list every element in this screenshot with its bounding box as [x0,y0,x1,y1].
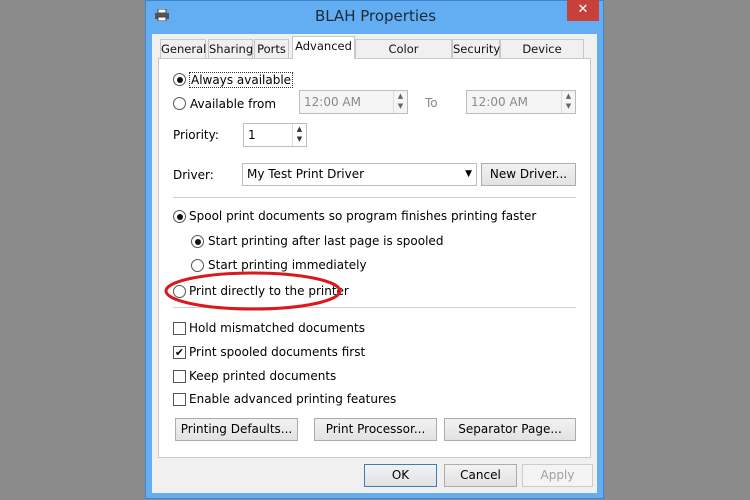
cancel-button[interactable]: Cancel [444,464,517,487]
spool-radio[interactable] [173,210,186,223]
new-driver-button[interactable]: New Driver... [481,163,576,186]
tab-ports[interactable]: Ports [254,39,289,59]
dialog-client: General Sharing Ports Advanced Color Man… [152,34,597,493]
start-after-last-label: Start printing after last page is spoole… [208,234,444,248]
ok-button[interactable]: OK [364,464,437,487]
chevron-down-icon: ▼ [465,169,472,179]
priority-value: 1 [248,128,256,142]
tab-sharing[interactable]: Sharing [208,39,253,59]
to-time-spinner[interactable]: ▲ ▼ [561,91,575,113]
hold-mismatched-checkbox[interactable] [173,322,186,335]
from-time-input[interactable]: 12:00 AM ▲ ▼ [299,90,408,114]
print-spooled-first-label: Print spooled documents first [189,345,366,359]
driver-select[interactable]: My Test Print Driver ▼ [242,163,477,186]
priority-input[interactable]: 1 ▲ ▼ [243,123,307,147]
apply-button[interactable]: Apply [522,464,593,487]
tab-color-management[interactable]: Color Management [355,39,452,74]
separator-page-button[interactable]: Separator Page... [444,418,576,441]
advanced-panel: Always available Available from 12:00 AM… [158,58,591,458]
tab-advanced[interactable]: Advanced [292,36,355,59]
available-from-label: Available from [190,97,277,111]
red-highlight-ellipse [164,271,342,311]
from-time-spinner[interactable]: ▲ ▼ [393,91,407,113]
divider [173,197,576,198]
tab-device-settings[interactable]: Device Settings [500,39,584,74]
window-title: BLAH Properties [314,7,437,25]
tab-security[interactable]: Security [452,39,500,59]
to-time-input[interactable]: 12:00 AM ▲ ▼ [466,90,576,114]
printing-defaults-button[interactable]: Printing Defaults... [175,418,298,441]
properties-window: BLAH Properties ✕ General Sharing Ports … [145,0,604,499]
priority-label: Priority: [173,128,219,142]
spool-label: Spool print documents so program finishe… [189,209,537,223]
print-spooled-first-checkbox[interactable]: ✔ [173,346,186,359]
always-available-label: Always available [189,72,294,88]
hold-mismatched-label: Hold mismatched documents [189,321,365,335]
priority-spinner[interactable]: ▲ ▼ [292,124,306,146]
close-button[interactable]: ✕ [567,0,599,21]
always-available-radio[interactable] [173,73,186,86]
tab-general[interactable]: General [160,39,206,59]
enable-advanced-label: Enable advanced printing features [189,392,397,406]
driver-label: Driver: [173,168,214,182]
start-after-last-radio[interactable] [191,235,204,248]
to-label: To [425,96,438,110]
keep-printed-label: Keep printed documents [189,369,337,383]
available-from-radio[interactable] [173,97,186,110]
enable-advanced-checkbox[interactable] [173,393,186,406]
print-processor-button[interactable]: Print Processor... [314,418,437,441]
driver-value: My Test Print Driver [247,167,365,181]
to-time-value: 12:00 AM [471,95,528,109]
keep-printed-checkbox[interactable] [173,370,186,383]
from-time-value: 12:00 AM [304,95,361,109]
